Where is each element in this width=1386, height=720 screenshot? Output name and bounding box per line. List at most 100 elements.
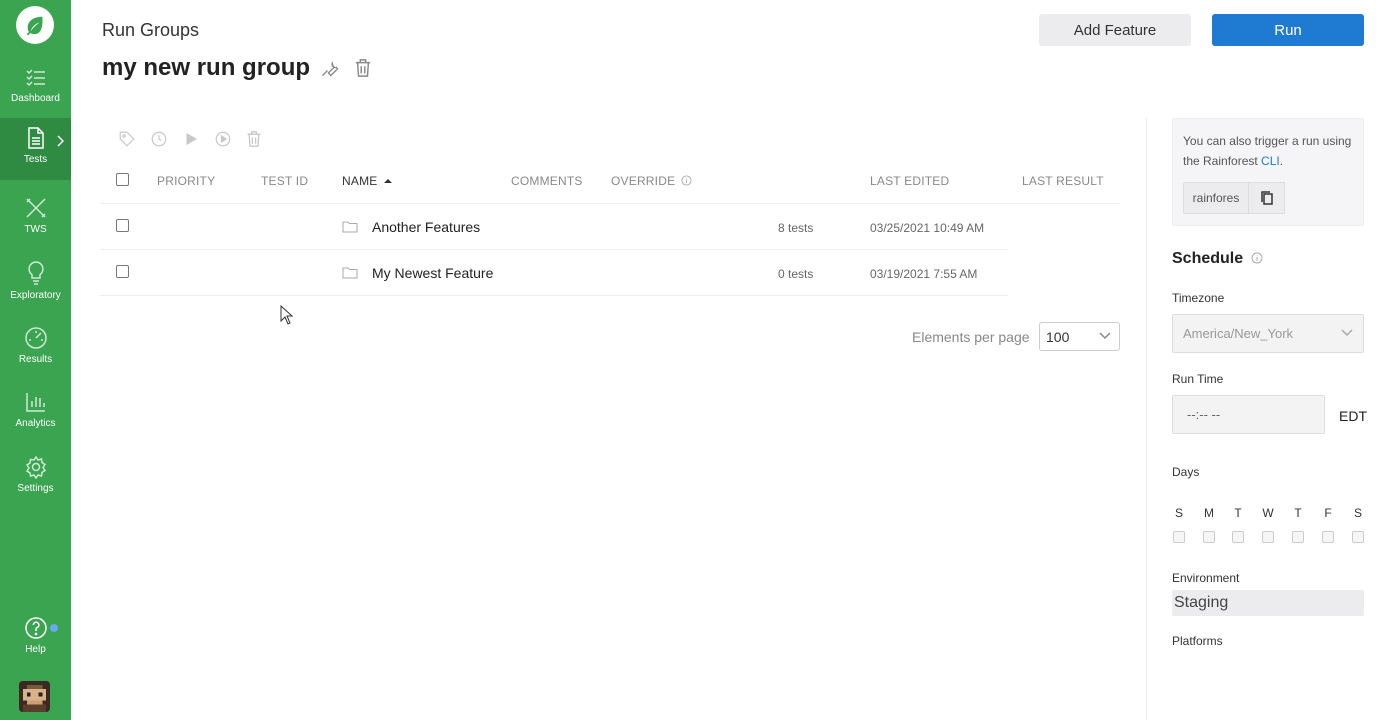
table-row[interactable]: Another Features 8 tests 03/25/2021 10:4… bbox=[100, 204, 1008, 250]
info-icon[interactable] bbox=[1251, 252, 1263, 264]
environment-label: Environment bbox=[1172, 571, 1240, 585]
sidebar-item-label: Analytics bbox=[15, 418, 56, 429]
document-icon bbox=[27, 127, 44, 149]
rainforest-logo[interactable] bbox=[16, 6, 54, 44]
trash-icon[interactable] bbox=[246, 130, 262, 148]
sort-ascending-icon bbox=[384, 179, 393, 183]
chevron-down-icon bbox=[1099, 332, 1111, 340]
bulk-actions-toolbar bbox=[118, 130, 262, 148]
cli-info-text: You can also trigger a run using the Rai… bbox=[1183, 131, 1359, 171]
sidebar-item-tws[interactable]: TWS bbox=[0, 188, 71, 250]
sidebar-item-label: TWS bbox=[24, 224, 47, 235]
day-checkbox-wednesday[interactable] bbox=[1262, 531, 1274, 543]
sidebar-item-results[interactable]: Results bbox=[0, 318, 71, 380]
help-label: Help bbox=[25, 644, 46, 655]
day-label-wednesday: W bbox=[1262, 506, 1274, 520]
column-override[interactable]: OVERRIDE bbox=[611, 174, 692, 188]
platforms-label: Platforms bbox=[1172, 634, 1223, 648]
column-priority[interactable]: PRIORITY bbox=[157, 174, 215, 188]
folder-icon bbox=[342, 221, 358, 233]
feature-name[interactable]: My Newest Feature bbox=[372, 265, 493, 281]
elements-per-page-value: 100 bbox=[1046, 328, 1070, 345]
day-checkbox-monday[interactable] bbox=[1203, 531, 1215, 543]
days-label: Days bbox=[1172, 465, 1200, 479]
table-header: PRIORITY TEST ID NAME COMMENTS OVERRIDE … bbox=[100, 164, 1120, 204]
test-count: 8 tests bbox=[778, 221, 814, 235]
cli-command-field[interactable]: rainfores bbox=[1183, 182, 1249, 214]
breadcrumb[interactable]: Run Groups bbox=[102, 20, 199, 41]
notification-dot bbox=[50, 624, 58, 632]
wrench-icon[interactable] bbox=[320, 58, 340, 78]
day-label-sunday: S bbox=[1174, 506, 1183, 520]
tag-icon[interactable] bbox=[118, 130, 136, 148]
column-comments[interactable]: COMMENTS bbox=[511, 174, 583, 188]
environment-select[interactable]: Staging bbox=[1172, 590, 1364, 616]
clock-icon[interactable] bbox=[150, 130, 168, 148]
day-checkbox-sunday[interactable] bbox=[1173, 531, 1185, 543]
schedule-heading-text: Schedule bbox=[1172, 250, 1244, 267]
sidebar-item-dashboard[interactable]: Dashboard bbox=[0, 57, 71, 119]
timezone-abbreviation: EDT bbox=[1339, 408, 1367, 424]
column-test-id[interactable]: TEST ID bbox=[261, 174, 308, 188]
sidebar-item-analytics[interactable]: Analytics bbox=[0, 382, 71, 444]
day-label-tuesday: T bbox=[1234, 506, 1242, 520]
last-edited: 03/25/2021 10:49 AM bbox=[870, 221, 985, 235]
day-label-saturday: S bbox=[1353, 506, 1362, 520]
row-checkbox[interactable] bbox=[116, 265, 129, 278]
elements-per-page-select[interactable]: 100 bbox=[1039, 322, 1120, 351]
day-label-monday: M bbox=[1204, 506, 1214, 520]
leaf-icon bbox=[26, 16, 43, 36]
column-name[interactable]: NAME bbox=[342, 174, 393, 188]
folder-icon bbox=[342, 267, 358, 279]
table-row[interactable]: My Newest Feature 0 tests 03/19/2021 7:5… bbox=[100, 250, 1008, 296]
day-label-thursday: T bbox=[1294, 506, 1302, 520]
row-checkbox[interactable] bbox=[116, 219, 129, 232]
chevron-right-icon bbox=[57, 135, 64, 147]
run-time-input[interactable]: --:-- -- bbox=[1172, 395, 1325, 434]
play-circle-icon[interactable] bbox=[214, 130, 232, 148]
copy-icon bbox=[1260, 191, 1273, 205]
mouse-cursor-icon bbox=[280, 305, 294, 325]
day-checkbox-friday[interactable] bbox=[1322, 531, 1334, 543]
schedule-heading: Schedule bbox=[1172, 250, 1263, 268]
test-count: 0 tests bbox=[778, 267, 814, 281]
day-checkbox-tuesday[interactable] bbox=[1232, 531, 1244, 543]
sidebar-item-settings[interactable]: Settings bbox=[0, 447, 71, 509]
sidebar-item-label: Dashboard bbox=[11, 93, 60, 104]
gear-icon bbox=[25, 455, 46, 479]
avatar[interactable] bbox=[19, 681, 50, 712]
trash-icon[interactable] bbox=[354, 58, 372, 78]
pixel-avatar-icon bbox=[19, 681, 50, 712]
column-last-result[interactable]: LAST RESULT bbox=[1022, 174, 1104, 188]
sidebar-item-tests[interactable]: Tests bbox=[0, 118, 71, 180]
play-icon[interactable] bbox=[182, 130, 200, 148]
add-feature-button[interactable]: Add Feature bbox=[1039, 14, 1191, 46]
timezone-value: America/New_York bbox=[1183, 326, 1294, 341]
cli-link[interactable]: CLI bbox=[1261, 154, 1280, 168]
column-override-label: OVERRIDE bbox=[611, 174, 676, 188]
sidebar-item-label: Settings bbox=[17, 483, 54, 494]
help-button[interactable]: Help bbox=[0, 608, 71, 670]
help-icon bbox=[24, 617, 47, 639]
sidebar: Dashboard Tests TWS Exploratory Results … bbox=[0, 0, 71, 720]
gauge-icon bbox=[24, 327, 47, 349]
checklist-icon bbox=[25, 69, 45, 87]
elements-per-page-label: Elements per page bbox=[912, 329, 1030, 345]
column-name-label: NAME bbox=[342, 174, 378, 188]
column-last-edited[interactable]: LAST EDITED bbox=[870, 174, 949, 188]
day-checkbox-thursday[interactable] bbox=[1292, 531, 1304, 543]
timezone-select[interactable]: America/New_York bbox=[1172, 314, 1364, 353]
cli-info-box: You can also trigger a run using the Rai… bbox=[1172, 118, 1364, 226]
day-checkbox-saturday[interactable] bbox=[1352, 531, 1364, 543]
select-all-checkbox[interactable] bbox=[116, 173, 129, 186]
sidebar-item-label: Tests bbox=[23, 154, 48, 165]
sidebar-item-label: Results bbox=[18, 354, 53, 365]
tools-icon bbox=[25, 198, 46, 218]
run-button[interactable]: Run bbox=[1212, 14, 1364, 46]
last-edited: 03/19/2021 7:55 AM bbox=[870, 267, 978, 281]
feature-name[interactable]: Another Features bbox=[372, 219, 480, 235]
sidebar-item-exploratory[interactable]: Exploratory bbox=[0, 252, 71, 314]
lightbulb-icon bbox=[27, 261, 44, 285]
copy-button[interactable] bbox=[1249, 182, 1285, 214]
info-icon[interactable] bbox=[681, 175, 692, 186]
